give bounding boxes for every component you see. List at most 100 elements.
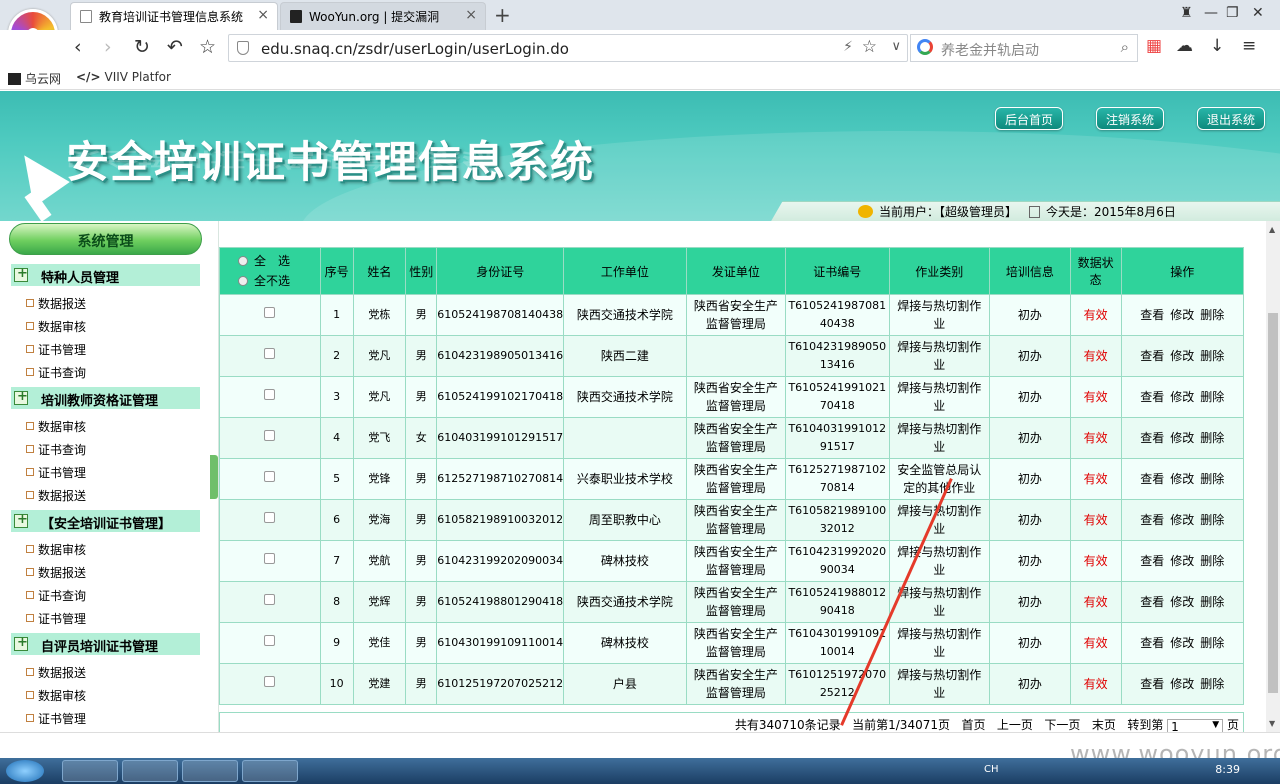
sidebar-group-teacher-cert[interactable]: 培训教师资格证管理	[11, 387, 200, 409]
delete-link[interactable]: 删除	[1200, 390, 1224, 404]
edit-link[interactable]: 修改	[1170, 472, 1194, 486]
delete-link[interactable]: 删除	[1200, 513, 1224, 527]
chevron-down-icon[interactable]: ∨	[891, 39, 901, 54]
view-link[interactable]: 查看	[1140, 595, 1164, 609]
logout-button[interactable]: 注销系统	[1096, 107, 1165, 130]
search-placeholder[interactable]: 养老金并轨启动	[941, 40, 1039, 60]
apps-grid-icon[interactable]: ▦	[1146, 36, 1162, 56]
delete-link[interactable]: 删除	[1200, 636, 1224, 650]
sidebar-item[interactable]: 证书查询	[25, 364, 86, 381]
sidebar-item[interactable]: 证书查询	[25, 587, 86, 604]
view-link[interactable]: 查看	[1140, 308, 1164, 322]
sidebar-item[interactable]: 数据审核	[25, 541, 86, 558]
row-checkbox[interactable]	[264, 430, 276, 441]
sidebar-group-safety-cert[interactable]: 【安全培训证书管理】	[11, 510, 200, 532]
view-link[interactable]: 查看	[1140, 636, 1164, 650]
edit-link[interactable]: 修改	[1170, 677, 1194, 691]
input-language[interactable]: CH	[984, 764, 999, 775]
forward-icon[interactable]: ›	[104, 36, 112, 58]
exit-system-button[interactable]: 退出系统	[1197, 107, 1266, 130]
first-page-link[interactable]: 首页	[961, 718, 985, 732]
favorite-star-icon[interactable]: ☆	[199, 36, 216, 58]
view-link[interactable]: 查看	[1140, 513, 1164, 527]
sidebar-item[interactable]: 数据审核	[25, 687, 86, 704]
bookmark-star-icon[interactable]: ☆	[862, 37, 877, 57]
sidebar-item[interactable]: 证书管理	[25, 464, 86, 481]
taskbar-image[interactable]	[242, 760, 298, 782]
scroll-down-icon[interactable]: ▼	[1269, 719, 1275, 728]
row-checkbox[interactable]	[264, 471, 276, 482]
prev-page-link[interactable]: 上一页	[997, 718, 1033, 732]
edit-link[interactable]: 修改	[1170, 308, 1194, 322]
new-tab-icon[interactable]: +	[494, 3, 511, 27]
delete-link[interactable]: 删除	[1200, 595, 1224, 609]
sidebar-item[interactable]: 数据报送	[25, 487, 86, 504]
edit-link[interactable]: 修改	[1170, 554, 1194, 568]
page-select[interactable]: 1	[1167, 719, 1224, 732]
view-link[interactable]: 查看	[1140, 472, 1164, 486]
address-bar[interactable]: edu.snaq.cn/zsdr/userLogin/userLogin.do …	[228, 34, 908, 62]
close-window-icon[interactable]: ✕	[1252, 5, 1264, 21]
sidebar-group-evaluator-cert[interactable]: 自评员培训证书管理	[11, 633, 200, 655]
taskbar-app[interactable]	[182, 760, 238, 782]
edit-link[interactable]: 修改	[1170, 349, 1194, 363]
view-link[interactable]: 查看	[1140, 431, 1164, 445]
search-box[interactable]: 养老金并轨启动 ⌕	[910, 34, 1138, 62]
edit-link[interactable]: 修改	[1170, 595, 1194, 609]
row-checkbox[interactable]	[264, 553, 276, 564]
edit-link[interactable]: 修改	[1170, 636, 1194, 650]
select-all-radio[interactable]: 全 选	[238, 251, 320, 271]
last-page-link[interactable]: 末页	[1092, 718, 1116, 732]
sidebar-group-special-personnel[interactable]: 特种人员管理	[11, 264, 200, 286]
taskbar-console[interactable]	[122, 760, 178, 782]
scroll-up-icon[interactable]: ▲	[1269, 225, 1275, 234]
undo-icon[interactable]: ↶	[167, 36, 183, 58]
url-text[interactable]: edu.snaq.cn/zsdr/userLogin/userLogin.do	[261, 40, 569, 58]
delete-link[interactable]: 删除	[1200, 554, 1224, 568]
row-checkbox[interactable]	[264, 307, 276, 318]
row-checkbox[interactable]	[264, 512, 276, 523]
page-scrollbar[interactable]: ▲ ▼	[1266, 221, 1280, 732]
edit-link[interactable]: 修改	[1170, 431, 1194, 445]
select-none-radio[interactable]: 全不选	[238, 271, 320, 291]
view-link[interactable]: 查看	[1140, 390, 1164, 404]
sidebar-item[interactable]: 证书查询	[25, 441, 86, 458]
delete-link[interactable]: 删除	[1200, 308, 1224, 322]
sidebar-item[interactable]: 证书管理	[25, 341, 86, 358]
edit-link[interactable]: 修改	[1170, 513, 1194, 527]
close-tab-icon[interactable]: ×	[257, 7, 269, 23]
sidebar-item[interactable]: 数据报送	[25, 664, 86, 681]
reload-icon[interactable]: ↻	[134, 36, 150, 58]
maximize-icon[interactable]: ❐	[1226, 5, 1239, 21]
view-link[interactable]: 查看	[1140, 677, 1164, 691]
cloud-icon[interactable]: ☁	[1176, 36, 1193, 56]
lightning-icon[interactable]: ⚡	[843, 39, 853, 55]
sidebar-item[interactable]: 数据审核	[25, 418, 86, 435]
delete-link[interactable]: 删除	[1200, 677, 1224, 691]
row-checkbox[interactable]	[264, 676, 276, 687]
row-checkbox[interactable]	[264, 635, 276, 646]
tab-edu-system[interactable]: 教育培训证书管理信息系统 ×	[70, 2, 278, 30]
view-link[interactable]: 查看	[1140, 349, 1164, 363]
bookmark-viiv[interactable]: </> VIIV Platfor	[76, 70, 171, 84]
minimize-icon[interactable]: —	[1204, 5, 1218, 21]
tab-wooyun[interactable]: WooYun.org | 提交漏洞 ×	[280, 2, 486, 30]
menu-icon[interactable]: ≡	[1242, 36, 1256, 56]
view-link[interactable]: 查看	[1140, 554, 1164, 568]
row-checkbox[interactable]	[264, 594, 276, 605]
shirt-skin-icon[interactable]: ♜	[1180, 5, 1193, 21]
sidebar-item[interactable]: 数据报送	[25, 564, 86, 581]
search-icon[interactable]: ⌕	[1121, 38, 1129, 56]
delete-link[interactable]: 删除	[1200, 431, 1224, 445]
row-checkbox[interactable]	[264, 389, 276, 400]
close-tab-icon[interactable]: ×	[465, 7, 477, 23]
sidebar-item[interactable]: 证书管理	[25, 610, 86, 627]
scrollbar-thumb[interactable]	[1268, 313, 1278, 693]
bookmark-wooyun[interactable]: 乌云网	[8, 70, 61, 87]
delete-link[interactable]: 删除	[1200, 472, 1224, 486]
edit-link[interactable]: 修改	[1170, 390, 1194, 404]
row-checkbox[interactable]	[264, 348, 276, 359]
next-page-link[interactable]: 下一页	[1044, 718, 1080, 732]
admin-home-button[interactable]: 后台首页	[995, 107, 1064, 130]
clock[interactable]: 8:39	[1215, 763, 1240, 776]
